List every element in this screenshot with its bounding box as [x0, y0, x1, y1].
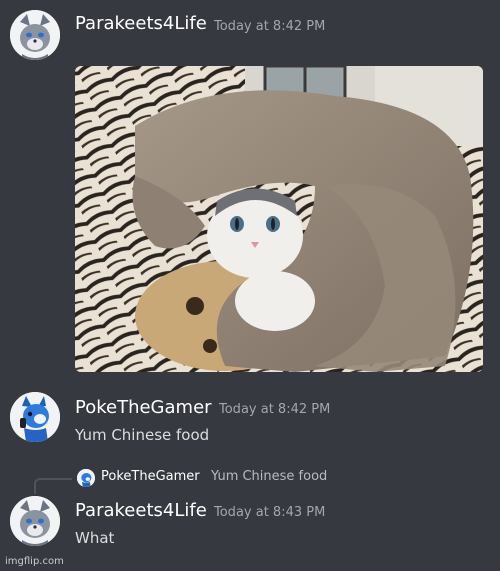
- timestamp: Today at 8:42 PM: [214, 19, 326, 34]
- avatar[interactable]: [10, 392, 60, 442]
- message-text: What: [75, 529, 115, 547]
- username[interactable]: Parakeets4Life: [75, 13, 207, 34]
- watermark: imgflip.com: [5, 556, 64, 567]
- reply-username[interactable]: PokeTheGamer: [101, 469, 200, 484]
- avatar[interactable]: [10, 10, 60, 60]
- reply-preview-text[interactable]: Yum Chinese food: [211, 469, 327, 484]
- gray-wolf-avatar-icon: [10, 496, 60, 546]
- image-attachment[interactable]: [75, 66, 483, 372]
- blue-wolf-avatar-icon: [10, 392, 60, 442]
- timestamp: Today at 8:43 PM: [214, 505, 326, 520]
- gray-wolf-avatar-icon: [10, 10, 60, 60]
- reply-connector: [34, 478, 72, 494]
- cat-under-blanket-photo-icon: [75, 66, 483, 372]
- timestamp: Today at 8:42 PM: [219, 402, 331, 417]
- blue-wolf-avatar-icon: [77, 469, 95, 487]
- message-text: Yum Chinese food: [75, 426, 210, 444]
- username[interactable]: PokeTheGamer: [75, 397, 212, 418]
- username[interactable]: Parakeets4Life: [75, 500, 207, 521]
- avatar[interactable]: [10, 496, 60, 546]
- reply-avatar[interactable]: [77, 469, 95, 487]
